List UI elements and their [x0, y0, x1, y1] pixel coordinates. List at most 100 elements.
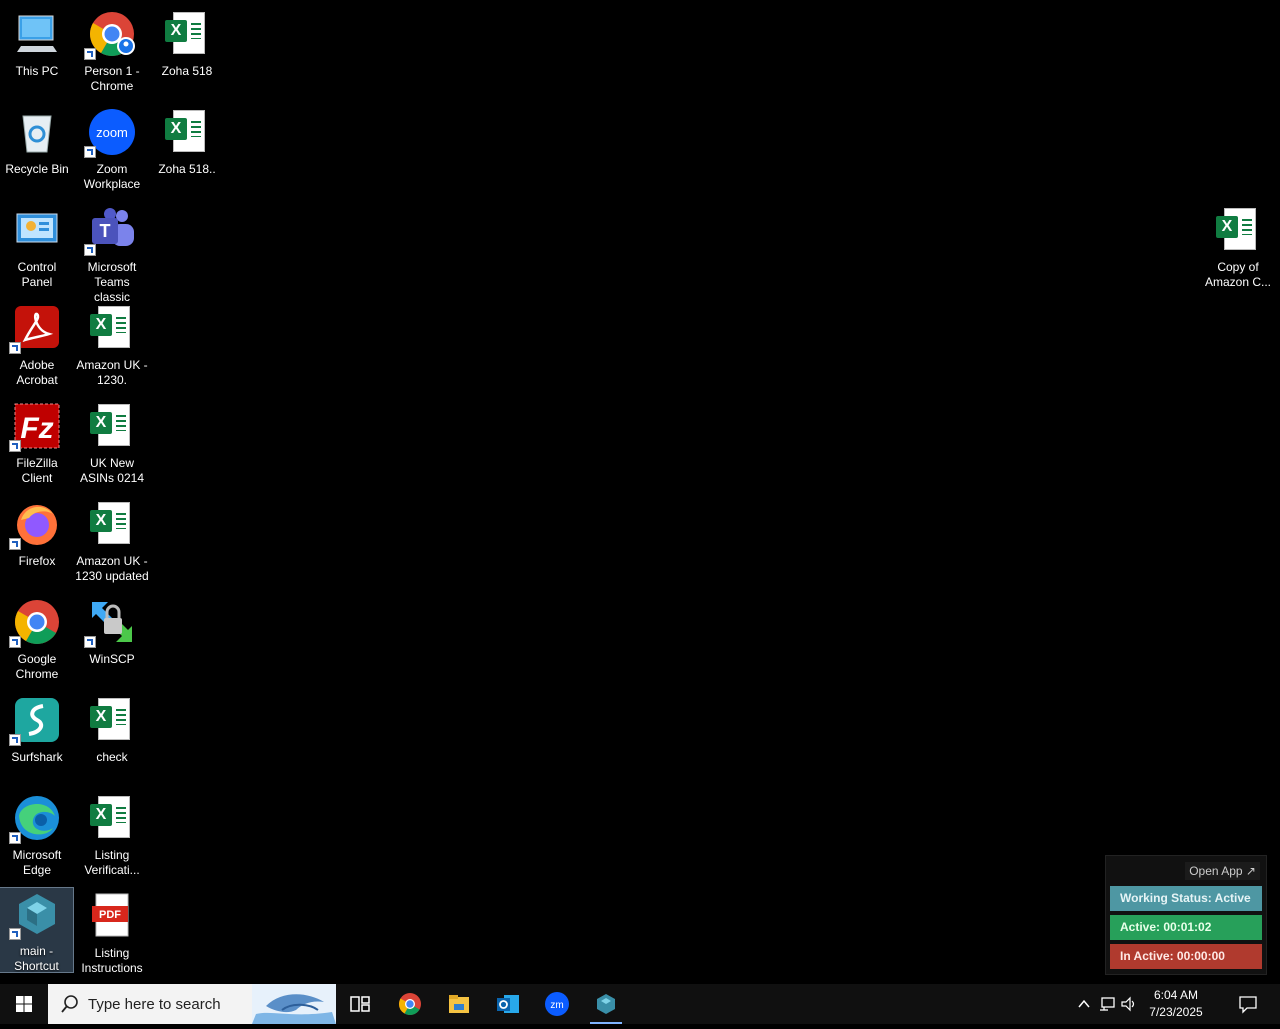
desktop-icon-label: Control Panel — [17, 260, 57, 289]
desktop-icon-google-chrome[interactable]: Google Chrome — [0, 596, 74, 686]
taskbar-outlook[interactable] — [484, 984, 532, 1024]
taskbar-file-explorer[interactable] — [435, 984, 483, 1024]
search-placeholder: Type here to search — [88, 996, 221, 1013]
desktop-icon-label: Listing Instructions — [81, 946, 143, 975]
desktop-icon-person1-chrome[interactable]: Person 1 - Chrome — [75, 8, 149, 98]
chevron-up-icon[interactable] — [1076, 996, 1092, 1012]
desktop-icon-label: check — [96, 750, 128, 764]
file-explorer-icon — [449, 995, 469, 1013]
zoom-icon: zm — [545, 992, 569, 1016]
desktop-icon-label: Recycle Bin — [5, 162, 69, 176]
excel-file-icon: X — [163, 108, 211, 156]
desktop-icon-label: Amazon UK - 1230 updated — [75, 554, 149, 583]
control-panel-icon — [13, 206, 61, 254]
desktop-icon-label: This PC — [15, 64, 59, 78]
desktop-icon-uk-new-asins[interactable]: X UK New ASINs 0214 — [75, 400, 149, 490]
status-widget: Open App ↗ Working Status: Active Active… — [1105, 855, 1267, 975]
desktop-icon-filezilla[interactable]: Fz FileZilla Client — [0, 400, 74, 490]
active-time-badge: Active: 00:01:02 — [1110, 915, 1262, 940]
task-view-icon — [350, 996, 370, 1012]
desktop-icon-teams-classic[interactable]: T Microsoft Teams classic — [75, 204, 149, 304]
taskbar-chrome[interactable] — [386, 984, 434, 1024]
excel-file-icon: X — [88, 304, 136, 352]
desktop-icon-label: WinSCP — [89, 652, 135, 666]
shortcut-arrow-icon — [8, 928, 21, 940]
excel-logo-text: X — [165, 20, 187, 42]
firefox-icon — [9, 500, 61, 550]
desktop-icon-surfshark[interactable]: Surfshark — [0, 694, 74, 784]
desktop-icon-listing-instructions[interactable]: PDF Listing Instructions — [75, 890, 149, 980]
desktop-icon-label: Adobe Acrobat — [16, 358, 58, 387]
shortcut-arrow-icon — [9, 440, 21, 452]
desktop-icon-label: Amazon UK - 1230. — [76, 358, 148, 387]
desktop-icon-microsoft-edge[interactable]: Microsoft Edge — [0, 792, 74, 882]
excel-file-icon: X — [1214, 206, 1262, 254]
desktop-icon-label: Zoha 518.. — [158, 162, 216, 176]
desktop-icon-zoha-518[interactable]: X Zoha 518 — [150, 8, 224, 98]
desktop-icon-label: Zoha 518 — [161, 64, 213, 78]
excel-file-icon: X — [88, 794, 136, 842]
desktop-icon-zoom-workplace[interactable]: zoom Zoom Workplace — [75, 106, 149, 196]
excel-logo-text: X — [90, 412, 112, 434]
working-status-badge: Working Status: Active — [1110, 886, 1262, 911]
taskbar-main-app[interactable] — [582, 984, 630, 1024]
system-tray: 6:04 AM 7/23/2025 — [1078, 984, 1280, 1024]
desktop-icon-amazon-uk-1230[interactable]: X Amazon UK - 1230. — [75, 302, 149, 392]
excel-logo-text: X — [90, 314, 112, 336]
recycle-bin-icon — [13, 108, 61, 156]
taskbar-zoom[interactable]: zm — [533, 984, 581, 1024]
this-pc-icon — [13, 10, 61, 58]
excel-logo-text: X — [165, 118, 187, 140]
desktop-icon-amazon-uk-updated[interactable]: X Amazon UK - 1230 updated — [75, 498, 149, 588]
teams-logo-text: T — [100, 221, 111, 241]
desktop-icon-label: Person 1 - Chrome — [84, 64, 140, 93]
shortcut-arrow-icon — [84, 48, 96, 60]
notifications-icon[interactable] — [1238, 994, 1258, 1014]
inactive-time-badge: In Active: 00:00:00 — [1110, 944, 1262, 969]
desktop-icon-check[interactable]: X check — [75, 694, 149, 784]
shortcut-arrow-icon — [9, 832, 21, 844]
desktop-icon-zoha-518-2[interactable]: X Zoha 518.. — [150, 106, 224, 196]
surfshark-icon — [9, 696, 61, 746]
desktop-icon-listing-verification[interactable]: X Listing Verificati... — [75, 792, 149, 882]
chrome-profile-icon — [84, 10, 136, 60]
outlook-icon — [497, 995, 519, 1013]
open-app-button[interactable]: Open App ↗ — [1185, 862, 1260, 880]
clock-date: 7/23/2025 — [1149, 1005, 1203, 1019]
desktop-icon-label: Zoom Workplace — [83, 162, 141, 191]
network-icon[interactable] — [1098, 996, 1116, 1012]
desktop-icon-copy-of-amazon[interactable]: X Copy of Amazon C... — [1200, 204, 1276, 294]
desktop-icon-label: Microsoft Edge — [12, 848, 62, 877]
taskbar: Type here to search zm 6:04 AM 7/23/2025 — [0, 984, 1280, 1024]
chrome-icon — [9, 598, 61, 648]
shortcut-arrow-icon — [9, 636, 21, 648]
winscp-icon — [84, 598, 136, 648]
desktop-icon-winscp[interactable]: WinSCP — [75, 596, 149, 686]
desktop-icon-control-panel[interactable]: Control Panel — [0, 204, 74, 294]
taskbar-clock[interactable]: 6:04 AM 7/23/2025 — [1136, 987, 1216, 1021]
desktop-icon-this-pc[interactable]: This PC — [0, 8, 74, 98]
desktop-icon-firefox[interactable]: Firefox — [0, 498, 74, 588]
desktop-icon-label: Google Chrome — [15, 652, 59, 681]
desktop-icon-label: main - Shortcut — [14, 944, 59, 973]
svg-text:Fz: Fz — [20, 412, 53, 445]
excel-file-icon: X — [163, 10, 211, 58]
desktop-icon-label: Listing Verificati... — [84, 848, 140, 877]
start-button[interactable] — [0, 984, 48, 1024]
desktop-icon-main-shortcut[interactable]: main - Shortcut — [0, 887, 74, 973]
chrome-icon — [399, 993, 421, 1015]
desktop-icon-adobe-acrobat[interactable]: Adobe Acrobat — [0, 302, 74, 392]
desktop-icon-label: UK New ASINs 0214 — [79, 456, 145, 485]
desktop-icon-label: Surfshark — [11, 750, 63, 764]
pdf-file-icon: PDF — [88, 892, 136, 940]
taskbar-search-box[interactable]: Type here to search — [48, 984, 336, 1024]
task-view-button[interactable] — [336, 984, 384, 1024]
shortcut-arrow-icon — [9, 342, 21, 354]
excel-file-icon: X — [88, 402, 136, 450]
desktop-icon-label: Firefox — [18, 554, 56, 568]
desktop-icon-recycle-bin[interactable]: Recycle Bin — [0, 106, 74, 196]
zoom-icon: zoom — [84, 108, 136, 158]
excel-logo-text: X — [90, 706, 112, 728]
desktop-icon-label: Microsoft Teams classic — [87, 260, 137, 304]
pdf-logo-text: PDF — [99, 909, 121, 921]
